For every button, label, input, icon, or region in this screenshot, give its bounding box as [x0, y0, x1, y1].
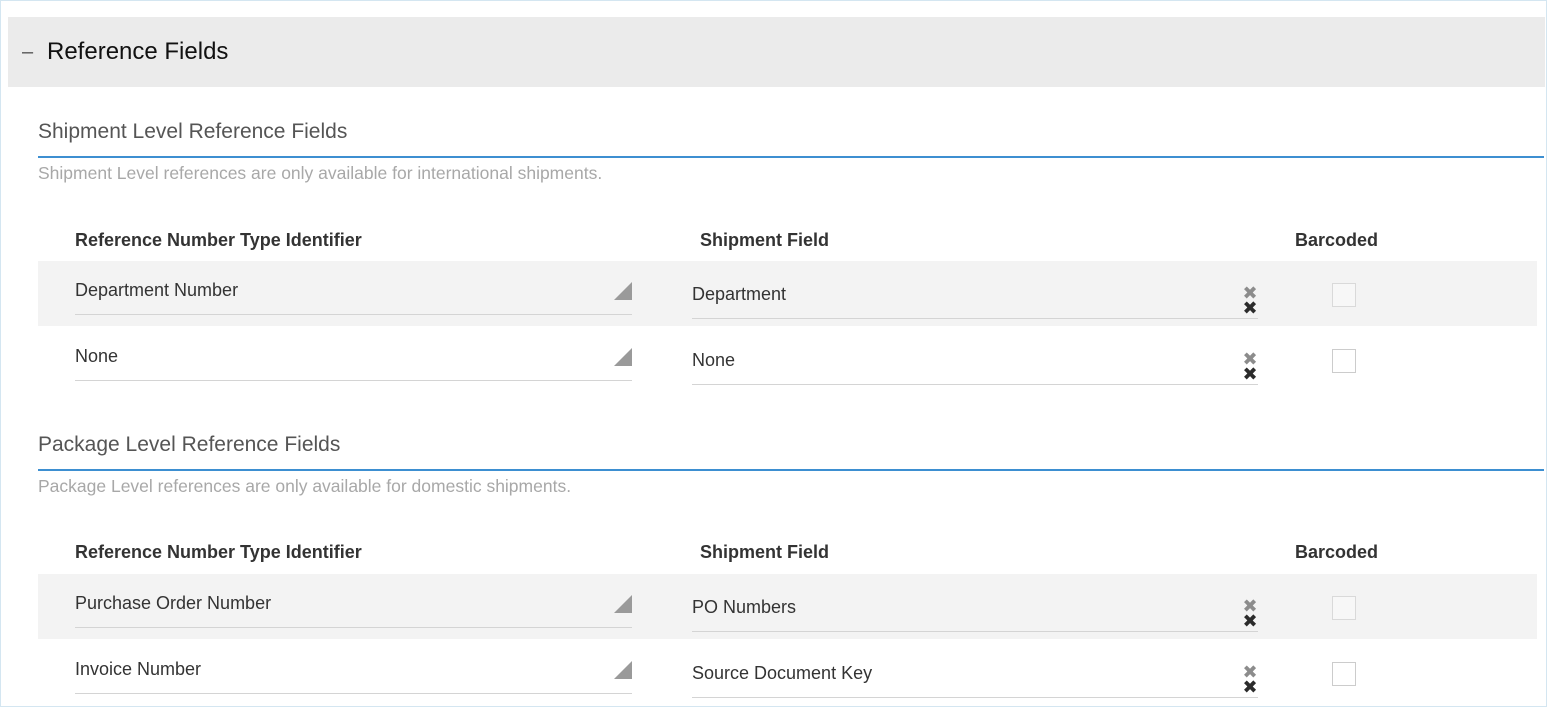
shipment-field-input[interactable]: Department	[692, 261, 1258, 319]
column-header-identifier: Reference Number Type Identifier	[75, 542, 362, 562]
identifier-select[interactable]: Invoice Number	[75, 640, 632, 694]
shipment-field-value: Source Document Key	[692, 663, 873, 683]
identifier-select-value: None	[75, 346, 119, 366]
barcoded-checkbox[interactable]	[1332, 349, 1356, 373]
table-row: Purchase Order Number PO Numbers ✖ ✖	[38, 574, 1537, 639]
identifier-select-value: Invoice Number	[75, 659, 202, 679]
identifier-select[interactable]: Purchase Order Number	[75, 574, 632, 628]
caret-triangle-icon	[614, 595, 632, 613]
collapse-toggle[interactable]: –	[22, 42, 33, 62]
shipment-field-value: Department	[692, 284, 787, 304]
caret-triangle-icon	[614, 348, 632, 366]
package-section-divider	[38, 469, 1544, 471]
shipment-field-input[interactable]: None	[692, 327, 1258, 385]
column-header-identifier: Reference Number Type Identifier	[75, 230, 362, 250]
shipment-section-note: Shipment Level references are only avail…	[38, 163, 603, 183]
clear-x-icon[interactable]: ✖ ✖	[1242, 663, 1258, 696]
identifier-select-value: Department Number	[75, 280, 239, 300]
clear-x-icon[interactable]: ✖ ✖	[1242, 597, 1258, 630]
shipment-field-value: PO Numbers	[692, 597, 797, 617]
barcoded-checkbox[interactable]	[1332, 662, 1356, 686]
table-row: Invoice Number Source Document Key ✖ ✖	[38, 640, 1537, 705]
identifier-select[interactable]: Department Number	[75, 261, 632, 315]
caret-triangle-icon	[614, 282, 632, 300]
package-section-note: Package Level references are only availa…	[38, 476, 572, 496]
clear-x-icon[interactable]: ✖ ✖	[1242, 350, 1258, 383]
shipment-field-input[interactable]: Source Document Key	[692, 640, 1258, 698]
shipment-field-input[interactable]: PO Numbers	[692, 574, 1258, 632]
panel-header[interactable]	[8, 17, 1545, 87]
clear-x-icon[interactable]: ✖ ✖	[1242, 284, 1258, 317]
barcoded-checkbox[interactable]	[1332, 283, 1356, 307]
identifier-select-value: Purchase Order Number	[75, 593, 272, 613]
column-header-barcoded: Barcoded	[1295, 230, 1379, 250]
table-row: None None ✖ ✖	[38, 327, 1537, 392]
package-section-title: Package Level Reference Fields	[38, 433, 341, 456]
shipment-field-value: None	[692, 350, 736, 370]
caret-triangle-icon	[614, 661, 632, 679]
panel-title: Reference Fields	[47, 38, 229, 65]
barcoded-checkbox[interactable]	[1332, 596, 1356, 620]
identifier-select[interactable]: None	[75, 327, 632, 381]
table-row: Department Number Department ✖ ✖	[38, 261, 1537, 326]
shipment-section-divider	[38, 156, 1544, 158]
column-header-field: Shipment Field	[700, 230, 830, 250]
shipment-section-title: Shipment Level Reference Fields	[38, 120, 348, 143]
column-header-field: Shipment Field	[700, 542, 830, 562]
column-header-barcoded: Barcoded	[1295, 542, 1379, 562]
